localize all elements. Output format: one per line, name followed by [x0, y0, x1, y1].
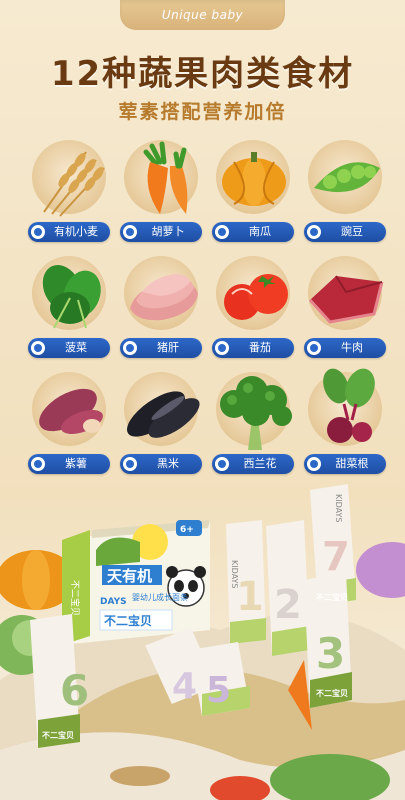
ingredient-circle [216, 256, 290, 330]
pack-number-3: 3 [316, 629, 345, 678]
page: Unique baby 12种蔬果肉类食材 荤素搭配营养加倍 有机小麦 胡萝卜 … [0, 0, 405, 800]
ingredient-label-text: 紫薯 [65, 457, 87, 470]
ingredient-label: 豌豆 [304, 222, 386, 242]
ingredient-label-text: 有机小麦 [54, 225, 98, 238]
black-rice-icon [127, 391, 200, 438]
box-side-brand: 不二宝贝 [69, 580, 81, 616]
ingredient-label-text: 牛肉 [341, 341, 363, 354]
ingredient-label: 猪肝 [120, 338, 202, 358]
pumpkin-icon [222, 152, 286, 206]
ingredient-label: 紫薯 [28, 454, 110, 474]
pack-bottom-brand: 不二宝贝 [42, 730, 74, 740]
ingredient-circle [32, 372, 106, 446]
ingredient-black-rice: 黑米 [120, 372, 206, 480]
box-bottom-brand: 不二宝贝 [104, 613, 152, 628]
ingredient-pea: 豌豆 [304, 140, 390, 248]
pack-number-6: 6 [60, 666, 89, 715]
ingredient-purple-sweet-potato: 紫薯 [28, 372, 114, 480]
ingredient-circle [308, 256, 384, 330]
ingredient-label: 西兰花 [212, 454, 294, 474]
wheat-icon [43, 151, 105, 217]
ingredient-label-text: 黑米 [157, 457, 179, 470]
ingredient-label: 黑米 [120, 454, 202, 474]
ingredient-pork-liver: 猪肝 [120, 256, 206, 364]
box-brand-line: DAYS [100, 597, 127, 607]
ingredient-circle [308, 140, 382, 214]
ingredient-broccoli: 西兰花 [212, 372, 298, 480]
beetroot-icon [323, 368, 375, 443]
ingredient-beef: 牛肉 [304, 256, 390, 364]
pack-number-4: 4 [172, 666, 197, 707]
pack-number-7: 7 [322, 534, 350, 580]
ingredient-label-text: 猪肝 [157, 341, 179, 354]
ingredient-circle [216, 372, 292, 450]
product-scene: 天有机 婴幼儿成长面条 DAYS 不二宝贝 6+ 不二宝贝 6 1 2 7 3 … [0, 480, 405, 800]
spinach-icon [42, 264, 101, 329]
product-scene-illustration: 天有机 婴幼儿成长面条 DAYS 不二宝贝 6+ 不二宝贝 6 1 2 7 3 … [0, 484, 405, 800]
ingredient-label: 牛肉 [304, 338, 386, 358]
box-subtitle: 婴幼儿成长面条 [132, 592, 188, 602]
ingredient-beetroot: 甜菜根 [304, 368, 390, 480]
ingredient-label: 有机小麦 [28, 222, 110, 242]
purple-powder-decoration [356, 542, 405, 598]
pack-brand-vertical: KIDAYS [230, 560, 239, 588]
pack-brand-vertical: KIDAYS [334, 494, 343, 522]
ingredient-label: 番茄 [212, 338, 294, 358]
purple-sweet-potato-icon [39, 388, 103, 435]
pack-number-5: 5 [206, 670, 231, 711]
ingredient-label-text: 番茄 [249, 341, 271, 354]
ingredient-label-text: 菠菜 [65, 341, 87, 354]
ingredient-circle [308, 368, 382, 446]
ingredient-label-text: 豌豆 [341, 225, 363, 238]
pea-icon [314, 162, 380, 193]
pork-liver-icon [130, 274, 198, 321]
pack-number-1: 1 [236, 574, 264, 620]
ingredient-label-text: 西兰花 [243, 457, 277, 470]
box-age-badge: 6+ [180, 525, 194, 535]
ingredient-tomato: 番茄 [212, 256, 298, 364]
brand-tab-text: Unique baby [161, 8, 244, 22]
pack-number-2: 2 [274, 582, 302, 628]
brand-tab: Unique baby [120, 0, 285, 30]
box-title: 天有机 [107, 567, 152, 585]
ingredient-carrot: 胡萝卜 [120, 140, 206, 248]
ingredient-spinach: 菠菜 [28, 256, 114, 364]
ingredient-circle [32, 140, 106, 217]
ingredient-pumpkin: 南瓜 [212, 140, 298, 248]
page-subtitle: 荤素搭配营养加倍 [118, 101, 287, 123]
ingredient-label-text: 胡萝卜 [151, 225, 185, 238]
ingredient-circle [124, 140, 198, 214]
ingredient-wheat: 有机小麦 [28, 140, 114, 248]
ingredient-circle [124, 256, 198, 330]
tomato-icon [224, 274, 288, 320]
beef-icon [308, 275, 384, 324]
ingredient-label: 菠菜 [28, 338, 110, 358]
ingredient-circle [216, 140, 290, 214]
ingredient-circle [32, 256, 106, 330]
ingredient-label-text: 甜菜根 [335, 457, 369, 470]
ingredient-label: 南瓜 [212, 222, 294, 242]
pack-bottom-brand: 不二宝贝 [316, 592, 348, 602]
pack-bottom-brand: 不二宝贝 [316, 688, 348, 698]
ingredient-label-text: 南瓜 [249, 225, 271, 238]
ingredient-label: 甜菜根 [304, 454, 386, 474]
ingredient-label: 胡萝卜 [120, 222, 202, 242]
carrot-icon [143, 141, 188, 214]
broccoli-icon [220, 376, 292, 450]
ingredient-circle [124, 372, 200, 446]
page-title: 12种蔬果肉类食材 [50, 54, 355, 94]
